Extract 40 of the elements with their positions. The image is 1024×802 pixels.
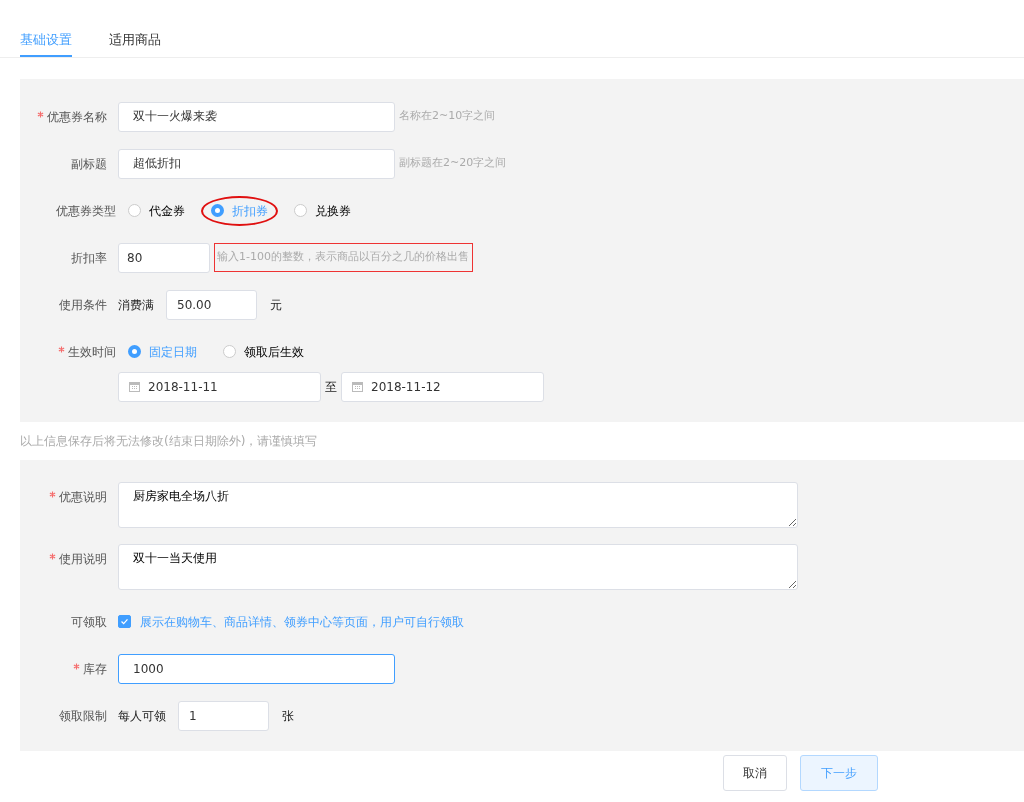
date-field[interactable]: 2018-11-11 <box>118 371 321 402</box>
prefix-text: 消费满 <box>118 296 154 314</box>
text-field[interactable]: 1000 <box>118 653 395 684</box>
notice-text: 以上信息保存后将无法修改(结束日期除外)，请谨慎填写 <box>20 433 319 450</box>
unit-text: 张 <box>282 707 294 725</box>
hint-text: 副标题在2~20字之间 <box>399 155 507 172</box>
field-label: 副标题 <box>70 155 108 173</box>
field-label: 折扣率 <box>70 249 108 267</box>
checkbox[interactable] <box>118 615 131 628</box>
unit-text: 元 <box>270 296 282 314</box>
prefix-text: 每人可领 <box>118 707 166 725</box>
field-label: 优惠券名称 <box>20 107 118 126</box>
field-label: 使用条件 <box>58 296 108 314</box>
check-icon <box>119 616 130 627</box>
field-label: 可领取 <box>70 613 108 631</box>
field-label: 领取限制 <box>58 707 108 725</box>
number-field[interactable]: 50.00 <box>166 289 257 320</box>
field-label: 生效时间 <box>20 342 118 361</box>
number-field[interactable]: 1 <box>178 700 269 731</box>
cancel-button[interactable]: 取消 <box>723 755 787 791</box>
radio-option[interactable]: 代金券 <box>118 195 195 226</box>
radio-option[interactable]: 兑换券 <box>284 195 361 226</box>
hint-text: 名称在2~10字之间 <box>399 108 496 125</box>
calendar-icon <box>352 381 363 392</box>
hint-text: 输入1-100的整数，表示商品以百分之几的价格出售 <box>214 243 473 272</box>
date-field[interactable]: 2018-11-12 <box>341 371 544 402</box>
text-field[interactable]: 双十一火爆来袭 <box>118 101 395 132</box>
radio-option[interactable]: 领取后生效 <box>213 336 314 367</box>
calendar-icon <box>129 381 140 392</box>
field-label: 库存 <box>20 659 118 678</box>
separator-text: 至 <box>325 378 337 396</box>
field-label: 使用说明 <box>20 544 118 568</box>
text-field[interactable]: 超低折扣 <box>118 148 395 179</box>
tab[interactable]: 适用商品 <box>109 30 161 57</box>
number-field[interactable]: 80 <box>118 242 210 273</box>
text-area[interactable]: 厨房家电全场八折 <box>118 482 798 528</box>
checkbox-label: 展示在购物车、商品详情、领券中心等页面，用户可自行领取 <box>140 613 464 631</box>
field-label: 优惠说明 <box>20 482 118 506</box>
field-label: 优惠券类型 <box>55 202 117 220</box>
text-area[interactable]: 双十一当天使用 <box>118 544 798 590</box>
